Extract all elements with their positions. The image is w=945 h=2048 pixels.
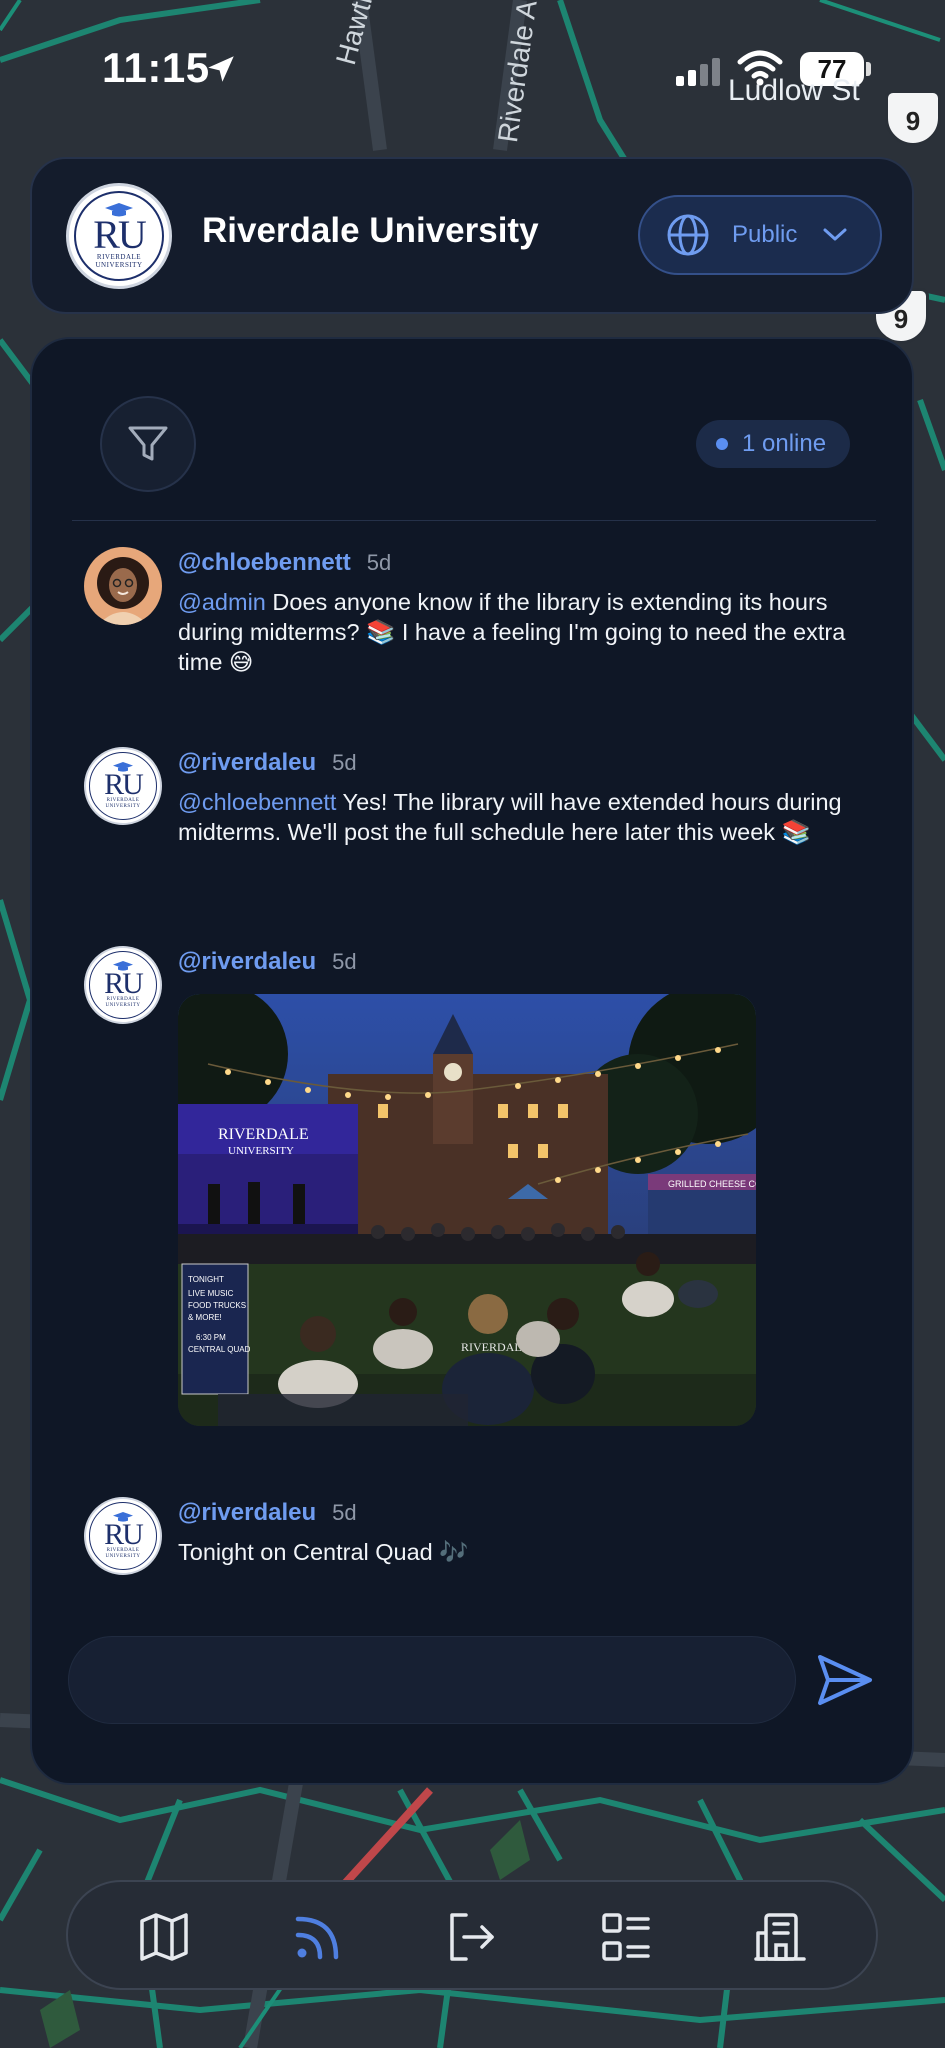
poster-line: TONIGHT — [188, 1275, 224, 1284]
message-text: @admin Does anyone know if the library i… — [178, 587, 858, 677]
university-logo: RU RIVERDALE UNIVERSITY — [66, 183, 172, 289]
divider — [72, 520, 876, 521]
logo-subtext: RIVERDALE UNIVERSITY — [95, 253, 143, 269]
chat-message: RU RIVERDALE UNIVERSITY @riverdaleu 5d T… — [84, 1497, 864, 1587]
logo-subtext: RIVERDALE UNIVERSITY — [105, 1548, 141, 1559]
avatar[interactable] — [84, 547, 162, 625]
status-bar: 11:15 77 Ludlow St — [0, 0, 945, 140]
message-body: Does anyone know if the library is exten… — [178, 589, 846, 675]
user-photo-icon — [84, 547, 162, 625]
message-author[interactable]: @riverdaleu — [178, 749, 316, 777]
visibility-dropdown[interactable]: Public — [638, 195, 882, 275]
avatar[interactable]: RU RIVERDALE UNIVERSITY — [84, 1497, 162, 1575]
message-author[interactable]: @chloebennett — [178, 549, 351, 577]
poster-line: & MORE! — [188, 1313, 222, 1322]
stage-banner-text: RIVERDALE — [218, 1126, 309, 1143]
message-text: Tonight on Central Quad 🎶 — [178, 1539, 469, 1565]
bottom-navigation — [66, 1880, 878, 1990]
highway-shield: 9 — [885, 90, 941, 146]
chat-panel: 1 online @chloebennett 5d @admin Does an… — [30, 337, 914, 1785]
message-time: 5d — [332, 949, 357, 974]
visibility-label: Public — [732, 221, 798, 248]
event-photo[interactable]: RIVERDALE UNIVERSITY GRILLED CHEESE CO. — [178, 994, 756, 1426]
online-status-badge: 1 online — [696, 420, 850, 468]
poster-line: CENTRAL QUAD — [188, 1345, 251, 1354]
logo-monogram: RU — [104, 967, 144, 1000]
location-arrow-icon — [208, 56, 234, 82]
truck-sign-text: GRILLED CHEESE CO. — [668, 1179, 756, 1189]
header-card: RU RIVERDALE UNIVERSITY Riverdale Univer… — [30, 157, 914, 314]
feed-icon[interactable] — [290, 1909, 346, 1965]
message-author[interactable]: @riverdaleu — [178, 948, 316, 976]
building-icon[interactable] — [752, 1909, 808, 1965]
poster-line: FOOD TRUCKS — [188, 1301, 246, 1310]
stage-banner-subtext: UNIVERSITY — [228, 1145, 294, 1157]
logo-subtext: RIVERDALE UNIVERSITY — [105, 997, 141, 1008]
mention-link[interactable]: @admin — [178, 589, 266, 615]
avatar[interactable]: RU RIVERDALE UNIVERSITY — [84, 747, 162, 825]
online-dot — [716, 438, 728, 450]
poster-line: LIVE MUSIC — [188, 1289, 234, 1298]
map-icon[interactable] — [136, 1909, 192, 1965]
logo-monogram: RU — [93, 212, 147, 257]
event-photo-image: RIVERDALE UNIVERSITY GRILLED CHEESE CO. — [178, 994, 756, 1426]
chat-message: @chloebennett 5d @admin Does anyone know… — [84, 547, 864, 687]
message-text: @chloebennett Yes! The library will have… — [178, 787, 858, 847]
chat-message: RU RIVERDALE UNIVERSITY @riverdaleu 5d R… — [84, 946, 864, 1436]
mention-link[interactable]: @chloebennett — [178, 789, 336, 815]
online-count: 1 online — [742, 430, 827, 457]
list-icon[interactable] — [598, 1909, 654, 1965]
poster-line: 6:30 PM — [196, 1333, 226, 1342]
battery-nub — [866, 62, 871, 76]
filter-button[interactable] — [100, 396, 196, 492]
street-label: Ludlow St — [728, 74, 860, 107]
message-input[interactable] — [68, 1636, 796, 1724]
logo-subtext: RIVERDALE UNIVERSITY — [105, 798, 141, 809]
globe-icon — [667, 214, 709, 256]
chevron-down-icon — [823, 228, 847, 241]
logout-icon[interactable] — [444, 1909, 500, 1965]
filter-icon — [128, 426, 168, 461]
message-time: 5d — [366, 550, 392, 575]
logo-monogram: RU — [104, 1518, 144, 1551]
message-author[interactable]: @riverdaleu — [178, 1499, 316, 1527]
message-time: 5d — [332, 1500, 357, 1525]
send-icon[interactable] — [814, 1649, 876, 1711]
logo-monogram: RU — [104, 768, 144, 801]
page-title: Riverdale University — [202, 211, 539, 250]
chat-message: RU RIVERDALE UNIVERSITY @riverdaleu 5d @… — [84, 747, 864, 887]
status-time: 11:15 — [102, 44, 210, 91]
cellular-signal-icon — [676, 58, 720, 86]
message-time: 5d — [332, 750, 357, 775]
avatar[interactable]: RU RIVERDALE UNIVERSITY — [84, 946, 162, 1024]
